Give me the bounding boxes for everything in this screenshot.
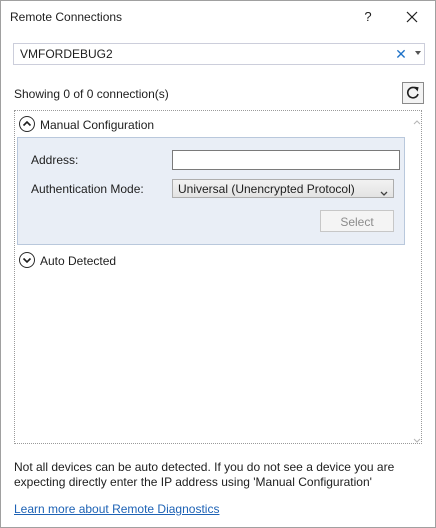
close-icon	[406, 11, 418, 23]
title-bar: Remote Connections ?	[1, 1, 435, 33]
auto-detected-label: Auto Detected	[40, 254, 117, 268]
authentication-mode-value: Universal (Unencrypted Protocol)	[178, 182, 355, 196]
chevron-down-icon[interactable]	[415, 51, 421, 55]
manual-configuration-panel: Address: Authentication Mode: Universal …	[17, 137, 405, 245]
connections-panel: Manual Configuration Address: Authentica…	[14, 110, 422, 444]
authentication-mode-label: Authentication Mode:	[31, 182, 144, 196]
connection-count-text: Showing 0 of 0 connection(s)	[14, 87, 169, 101]
remote-connections-dialog: Remote Connections ? VMFORDEBUG2 ✕ Showi…	[0, 0, 436, 528]
refresh-icon	[406, 86, 419, 99]
device-combobox[interactable]: VMFORDEBUG2 ✕	[13, 43, 425, 65]
device-combobox-value: VMFORDEBUG2	[20, 47, 113, 61]
close-button[interactable]	[401, 7, 423, 27]
auto-detected-expander[interactable]: Auto Detected	[19, 252, 219, 270]
select-button[interactable]: Select	[320, 210, 394, 232]
manual-configuration-expander[interactable]: Manual Configuration	[19, 116, 219, 134]
collapse-icon	[19, 116, 35, 132]
help-button[interactable]: ?	[359, 7, 377, 27]
refresh-button[interactable]	[402, 82, 424, 104]
scroll-up-icon[interactable]	[413, 114, 421, 125]
chevron-down-icon	[380, 186, 388, 200]
address-input[interactable]	[172, 150, 400, 170]
expand-icon	[19, 252, 35, 268]
manual-configuration-label: Manual Configuration	[40, 118, 155, 132]
learn-more-link[interactable]: Learn more about Remote Diagnostics	[14, 502, 219, 516]
clear-icon[interactable]: ✕	[394, 45, 408, 63]
scroll-down-icon[interactable]	[413, 433, 421, 443]
dialog-title: Remote Connections	[10, 10, 123, 24]
address-label: Address:	[31, 153, 79, 167]
auto-detect-note: Not all devices can be auto detected. If…	[14, 460, 395, 489]
authentication-mode-select[interactable]: Universal (Unencrypted Protocol)	[172, 179, 394, 198]
